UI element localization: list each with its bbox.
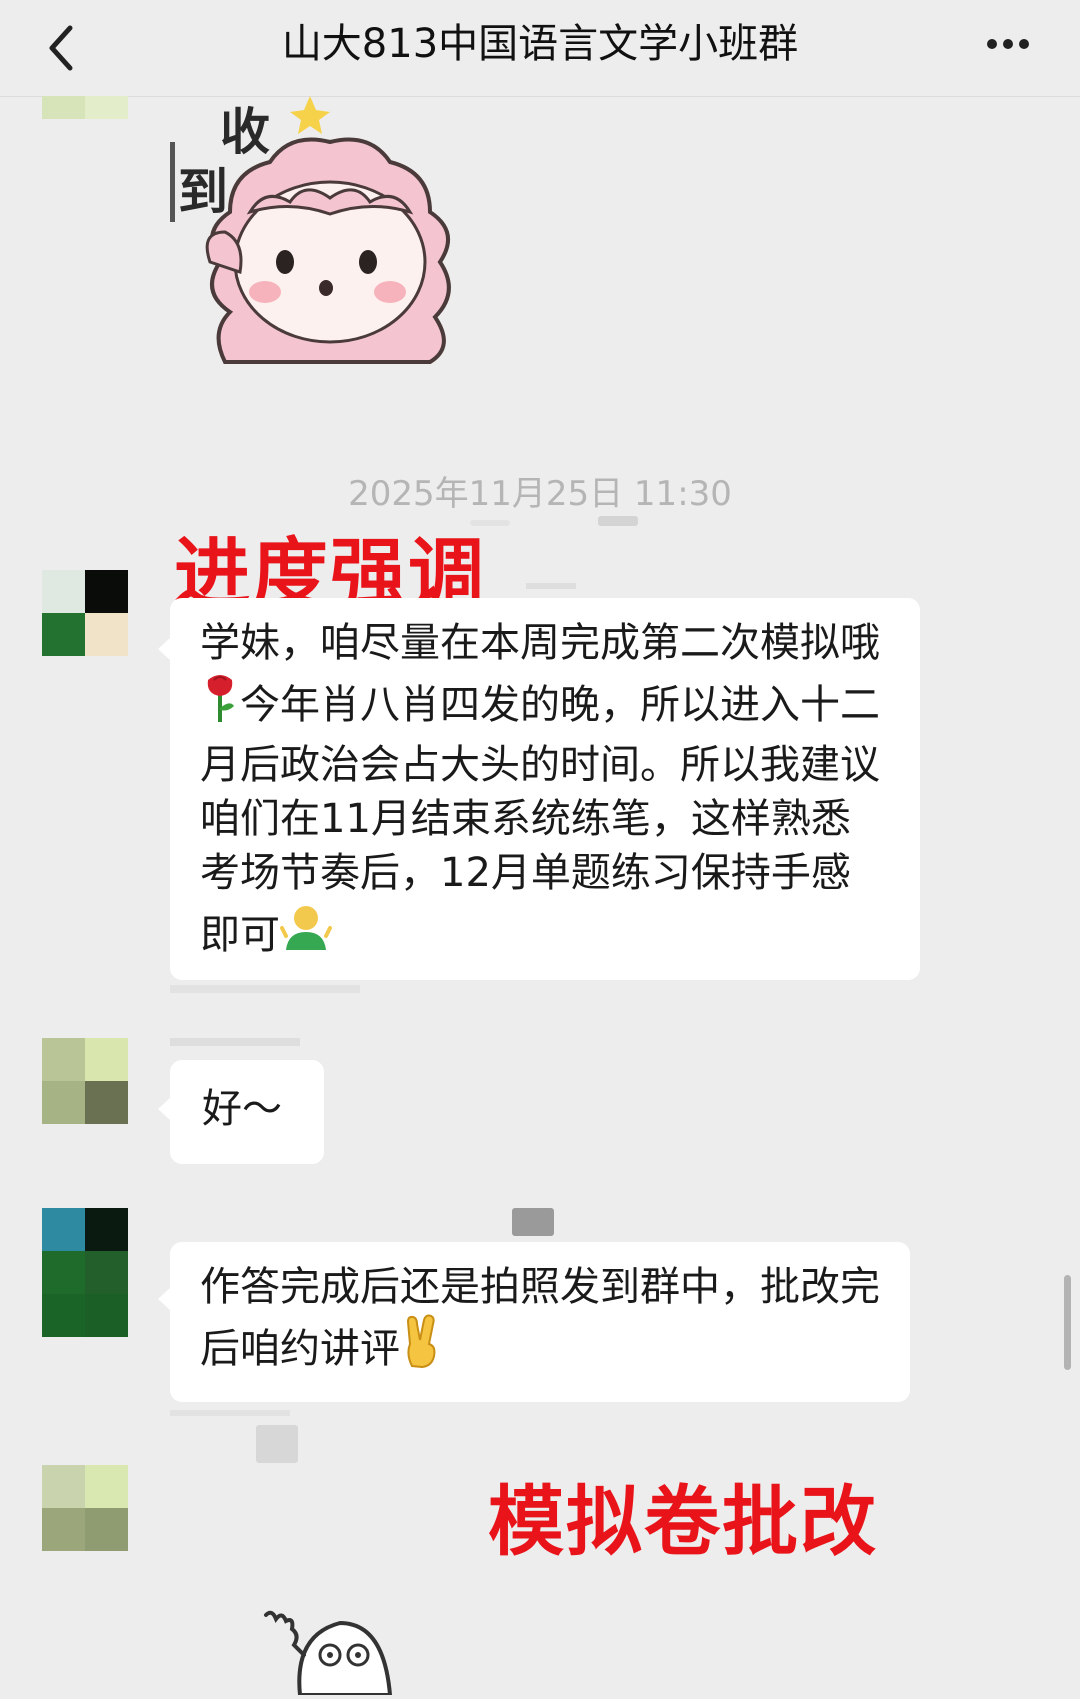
redaction-mark (512, 1208, 554, 1236)
message-bubble[interactable]: 好～ (170, 1060, 324, 1164)
avatar[interactable] (42, 1038, 128, 1124)
redaction-mark (170, 1410, 290, 1416)
avatar[interactable] (42, 570, 128, 656)
bubble-tail (158, 1288, 170, 1310)
chat-header: 山大813中国语言文学小班群 (0, 0, 1080, 97)
sticker-message[interactable] (260, 1605, 400, 1697)
avatar[interactable] (42, 96, 128, 142)
waving-ghost-sticker-icon (264, 1610, 393, 1697)
redaction-mark (170, 985, 360, 993)
bubble-tail (158, 1098, 170, 1120)
rose-emoji-icon (200, 670, 240, 738)
message-bubble[interactable]: 作答完成后还是拍照发到群中，批改完后咱约讲评 (170, 1242, 910, 1402)
message-text: 作答完成后还是拍照发到群中，批改完后咱约讲评 (200, 1264, 880, 1372)
sticker-text-2: 到 (178, 163, 228, 221)
bubble-tail (158, 638, 170, 660)
message-bubble[interactable]: 学妹，咱尽量在本周完成第二次模拟哦今年肖八肖四发的晚，所以进入十二月后政治会占大… (170, 598, 920, 980)
message-text: 学妹，咱尽量在本周完成第二次模拟哦 (200, 620, 880, 666)
chat-title: 山大813中国语言文学小班群 (281, 21, 799, 67)
annotation-grading: 模拟卷批改 (488, 1477, 878, 1566)
person-shrug-emoji-icon (280, 900, 332, 968)
more-options-button[interactable] (980, 24, 1040, 64)
back-button[interactable] (34, 18, 94, 78)
scrollbar-thumb[interactable] (1064, 1275, 1071, 1370)
redaction-mark (256, 1425, 298, 1463)
victory-hand-emoji-icon (400, 1314, 444, 1382)
message-text: 好～ (202, 1086, 282, 1132)
avatar[interactable] (42, 1465, 128, 1551)
sender-name-redacted (170, 1038, 300, 1046)
chevron-left-icon (49, 25, 73, 71)
message-timestamp: 2025年11月25日 11:30 (348, 474, 732, 514)
redaction-mark (598, 516, 638, 526)
more-dots-icon (987, 39, 1029, 49)
redaction-mark (470, 520, 510, 526)
sender-name-redacted (526, 583, 576, 589)
avatar-lower (42, 1251, 128, 1337)
sticker-message[interactable]: 收 到 (170, 92, 520, 392)
